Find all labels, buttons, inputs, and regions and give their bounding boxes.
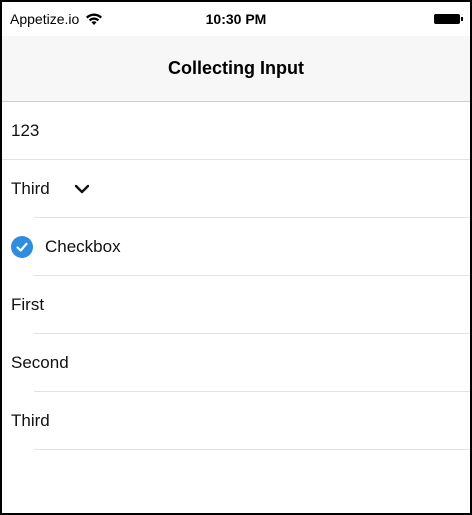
app-screen: Appetize.io 10:30 PM Collecting Input 12…	[0, 0, 472, 515]
carrier-info: Appetize.io	[10, 11, 103, 27]
text-input-field[interactable]: 123	[2, 102, 470, 160]
list-item-label: Third	[11, 411, 50, 430]
row-divider	[34, 449, 470, 450]
status-bar: Appetize.io 10:30 PM	[2, 2, 470, 36]
page-title: Collecting Input	[168, 58, 304, 78]
battery-icon	[434, 14, 463, 24]
list-item-third[interactable]: Third	[2, 392, 470, 450]
list-item-label: First	[11, 295, 45, 314]
navigation-bar: Collecting Input	[2, 36, 470, 102]
carrier-label: Appetize.io	[10, 11, 80, 27]
list-item-label: Second	[11, 353, 69, 372]
form-list: 123 Third Checkbox First Second Third	[2, 102, 470, 450]
checkbox-row[interactable]: Checkbox	[2, 218, 470, 276]
checkmark-circle-icon[interactable]	[11, 236, 33, 258]
select-dropdown[interactable]: Third	[2, 160, 470, 218]
select-value[interactable]: Third	[11, 179, 50, 199]
checkmark-icon	[16, 242, 28, 252]
text-input-value[interactable]: 123	[11, 121, 39, 141]
wifi-icon	[86, 13, 103, 25]
list-item-first[interactable]: First	[2, 276, 470, 334]
chevron-down-icon[interactable]	[74, 183, 90, 195]
checkbox-label: Checkbox	[45, 237, 121, 256]
list-item-second[interactable]: Second	[2, 334, 470, 392]
